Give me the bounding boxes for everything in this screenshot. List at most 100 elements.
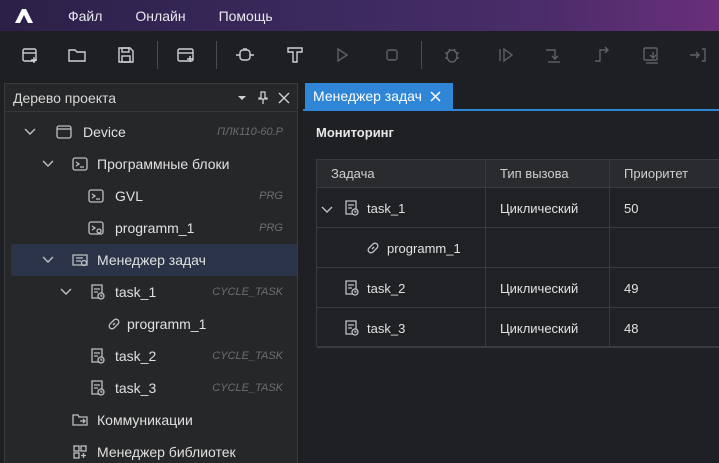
run-icon[interactable]: [330, 43, 354, 67]
tree-item-label: Device: [83, 124, 126, 140]
debug-icon[interactable]: [440, 43, 464, 67]
tree-item-library-manager[interactable]: Менеджер библиотек: [11, 436, 297, 463]
call-type-cell: Циклический: [486, 188, 610, 228]
monitoring-table: Задача Тип вызова Приоритет task_1 Цикли…: [316, 159, 719, 348]
tree-item-label: task_2: [115, 348, 157, 364]
program-file-icon: [87, 219, 105, 237]
tab-close-icon[interactable]: [430, 90, 442, 102]
toolbar-separator: [421, 41, 422, 69]
tab-task-manager[interactable]: Менеджер задач: [305, 83, 453, 109]
tree-item-label: Менеджер задач: [97, 252, 206, 268]
section-title: Мониторинг: [316, 125, 394, 140]
tree-item-tag: PRG: [259, 222, 283, 234]
connect-icon[interactable]: [233, 43, 257, 67]
menu-online[interactable]: Онлайн: [135, 8, 185, 24]
chevron-down-icon[interactable]: [23, 125, 37, 139]
tree-item-task-3[interactable]: task_3 CYCLE_TASK: [11, 372, 297, 404]
run-to-cursor-icon[interactable]: [639, 43, 663, 67]
tree-item-gvl[interactable]: GVL PRG: [11, 180, 297, 212]
tab-label: Менеджер задач: [313, 88, 422, 104]
task-cell: task_2: [317, 268, 486, 308]
chevron-down-icon[interactable]: [321, 202, 333, 217]
task-cell: programm_1: [317, 228, 486, 268]
step-out-icon[interactable]: [590, 43, 614, 67]
app-logo-icon: [12, 6, 36, 26]
tree-item-task-manager[interactable]: Менеджер задач: [11, 244, 297, 276]
tree-item-tag: PRG: [259, 190, 283, 202]
tree-item-tag: CYCLE_TASK: [212, 350, 283, 362]
task-name: task_2: [367, 280, 406, 296]
step-over-icon[interactable]: [541, 43, 565, 67]
toolbar-separator: [157, 41, 158, 69]
task-icon: [89, 347, 107, 365]
task-name: programm_1: [387, 240, 461, 256]
call-type-cell: Циклический: [486, 308, 610, 348]
tree-item-tag: ПЛК110-60.Р: [217, 126, 283, 138]
compile-icon[interactable]: [283, 43, 307, 67]
task-icon: [89, 379, 107, 397]
tree-item-task-2[interactable]: task_2 CYCLE_TASK: [11, 340, 297, 372]
task-name: task_3: [367, 320, 406, 336]
tree-item-label: Менеджер библиотек: [97, 444, 236, 460]
table-row[interactable]: task_2 Циклический 49: [317, 268, 719, 308]
table-row[interactable]: task_3 Циклический 48: [317, 308, 719, 348]
panel-menu-icon[interactable]: [234, 90, 250, 106]
task-cell: task_3: [317, 308, 486, 348]
tree-item-programm-1-link[interactable]: programm_1: [11, 308, 297, 340]
menu-bar: Файл Онлайн Помощь: [0, 0, 719, 31]
tree-item-programm-1[interactable]: programm_1 PRG: [11, 212, 297, 244]
column-header-priority[interactable]: Приоритет: [610, 160, 719, 188]
project-tree-panel: Дерево проекта Device ПЛК110-60.Р Програ…: [4, 83, 298, 463]
column-header-call-type[interactable]: Тип вызова: [486, 160, 610, 188]
tree-item-task-1[interactable]: task_1 CYCLE_TASK: [11, 276, 297, 308]
priority-cell: 48: [624, 320, 639, 336]
task-name: task_1: [367, 200, 406, 216]
task-cell: task_1: [317, 188, 486, 228]
tree-item-tag: CYCLE_TASK: [212, 382, 283, 394]
chevron-down-icon[interactable]: [41, 157, 55, 171]
chevron-down-icon[interactable]: [41, 253, 55, 267]
editor-tab-bar: Менеджер задач: [303, 83, 719, 111]
device-icon: [55, 123, 73, 141]
close-icon[interactable]: [276, 90, 292, 106]
step-into-icon[interactable]: [494, 43, 518, 67]
tree-item-communications[interactable]: Коммуникации: [11, 404, 297, 436]
project-tree-title: Дерево проекта: [13, 89, 117, 106]
tree-item-label: programm_1: [115, 220, 195, 236]
menu-help[interactable]: Помощь: [219, 8, 273, 24]
task-manager-editor: Мониторинг Задача Тип вызова Приоритет t…: [303, 111, 719, 463]
priority-cell: [610, 228, 719, 268]
terminal-icon: [87, 187, 105, 205]
column-header-task[interactable]: Задача: [317, 160, 486, 188]
tree-item-device[interactable]: Device ПЛК110-60.Р: [11, 116, 297, 148]
task-icon: [344, 319, 360, 340]
tree-item-label: GVL: [115, 188, 144, 204]
task-manager-icon: [71, 251, 89, 269]
toolbar: [0, 31, 719, 79]
tree-item-tag: CYCLE_TASK: [212, 286, 283, 298]
chevron-down-icon[interactable]: [59, 285, 73, 299]
tree-item-label: programm_1: [127, 316, 207, 332]
call-type-cell: Циклический: [486, 268, 610, 308]
table-row[interactable]: programm_1: [317, 228, 719, 268]
menu-file[interactable]: Файл: [68, 8, 102, 24]
tree-item-label: task_3: [115, 380, 157, 396]
toolbar-separator: [216, 41, 217, 69]
stop-icon[interactable]: [380, 43, 404, 67]
tree-item-label: Коммуникации: [97, 412, 193, 428]
add-object-icon[interactable]: [174, 43, 198, 67]
tree-item-label: Программные блоки: [97, 156, 230, 172]
exit-debug-icon[interactable]: [686, 43, 710, 67]
tree-item-program-blocks[interactable]: Программные блоки: [11, 148, 297, 180]
link-icon: [365, 240, 381, 259]
open-folder-icon[interactable]: [65, 43, 89, 67]
project-tree-header: Дерево проекта: [5, 84, 297, 112]
table-row[interactable]: task_1 Циклический 50: [317, 188, 719, 228]
tree-item-label: task_1: [115, 284, 157, 300]
priority-cell: 49: [624, 280, 639, 296]
add-file-icon[interactable]: [18, 43, 42, 67]
save-icon[interactable]: [114, 43, 138, 67]
pin-icon[interactable]: [255, 90, 271, 106]
task-icon: [89, 283, 107, 301]
library-manager-icon: [71, 443, 89, 461]
